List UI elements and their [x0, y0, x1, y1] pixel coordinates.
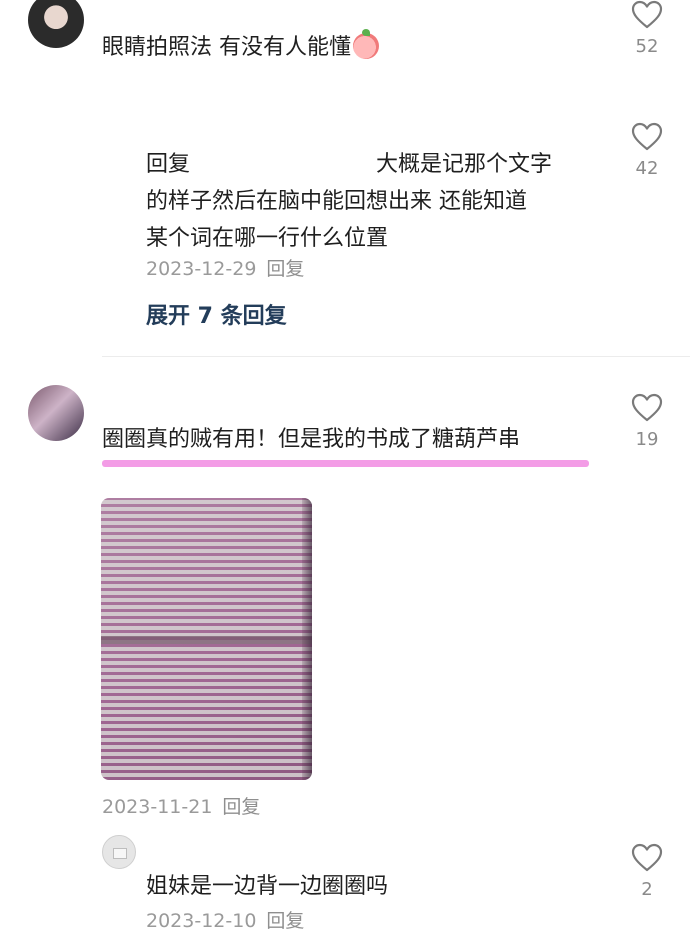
- like-button[interactable]: 52: [627, 0, 667, 57]
- reply-link[interactable]: 回复: [222, 796, 260, 818]
- text-highlight: [102, 460, 589, 467]
- expand-replies-button[interactable]: 展开 7 条回复: [146, 298, 287, 330]
- reply-link[interactable]: 回复: [266, 910, 304, 932]
- divider: [102, 356, 690, 357]
- reply-prefix: 回复: [146, 152, 191, 177]
- like-button[interactable]: 2: [627, 843, 667, 900]
- avatar[interactable]: [28, 0, 84, 48]
- comment-date: 2023-12-10: [146, 910, 257, 932]
- heart-outline-icon: [631, 843, 663, 872]
- heart-outline-icon: [631, 122, 663, 151]
- comment-text: 圈圈真的贼有用！但是我的书成了糖葫芦串: [102, 427, 521, 452]
- like-count: 2: [641, 879, 653, 900]
- avatar[interactable]: [102, 835, 136, 869]
- like-count: 42: [635, 158, 659, 179]
- comment-text: 姐妹是一边背一边圈圈吗: [146, 874, 389, 899]
- reply-meta: 2023-12-29 回复: [146, 254, 304, 281]
- heart-outline-icon: [631, 0, 663, 29]
- like-button[interactable]: 19: [627, 393, 667, 450]
- like-button[interactable]: 42: [627, 122, 667, 179]
- reply-text: 回复 大概是记那个文字 的样子然后在脑中能回想出来 还能知道 某个词在哪一行什么…: [146, 152, 553, 251]
- comment-photo[interactable]: [101, 498, 312, 780]
- comment-meta: 2023-11-21 回复: [102, 792, 260, 819]
- peach-emoji-icon: [353, 29, 379, 59]
- reply-link[interactable]: 回复: [266, 258, 304, 280]
- reply-date: 2023-12-29: [146, 258, 257, 280]
- comment-text: 眼睛拍照法 有没有人能懂: [102, 29, 379, 65]
- heart-outline-icon: [631, 393, 663, 422]
- comment-date: 2023-11-21: [102, 796, 213, 818]
- like-count: 52: [635, 36, 659, 57]
- like-count: 19: [635, 429, 659, 450]
- avatar[interactable]: [28, 385, 84, 441]
